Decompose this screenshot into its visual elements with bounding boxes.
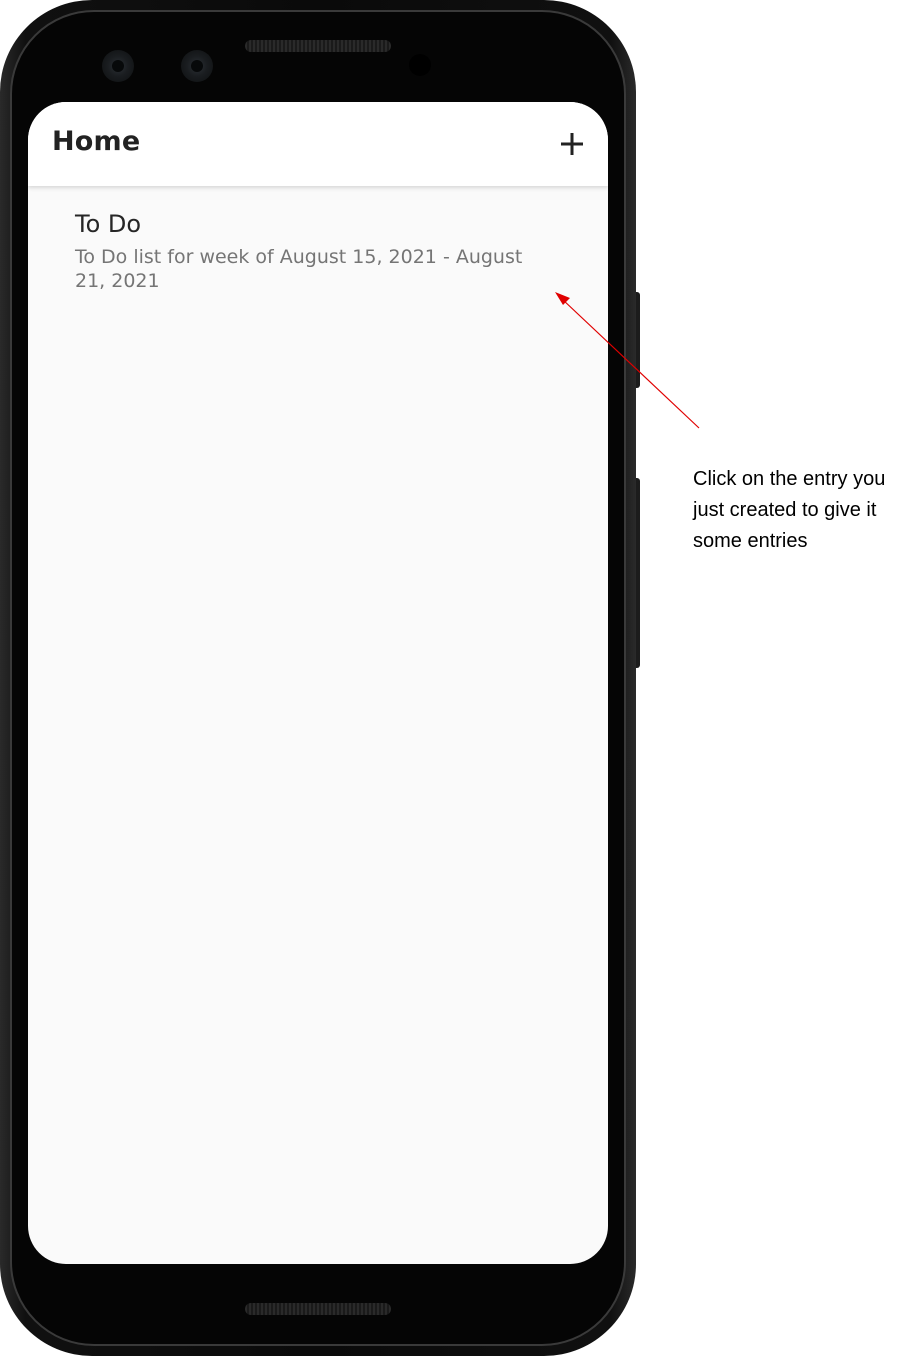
front-camera-icon — [181, 50, 213, 82]
app-screen: Home To Do To Do list for week of August… — [28, 102, 608, 1264]
front-camera-icon — [102, 50, 134, 82]
list-item-subtitle: To Do list for week of August 15, 2021 -… — [75, 246, 523, 292]
proximity-sensor — [409, 54, 431, 76]
phone-frame: Home To Do To Do list for week of August… — [0, 0, 636, 1356]
plus-icon — [561, 133, 583, 155]
earpiece-speaker — [245, 40, 391, 52]
list-item-title: To Do — [75, 210, 142, 238]
bottom-speaker — [245, 1303, 391, 1315]
page-title: Home — [52, 126, 141, 157]
annotation-text: Click on the entry you just created to g… — [693, 468, 886, 552]
list-item[interactable]: To Do To Do list for week of August 15, … — [28, 210, 608, 294]
tutorial-screenshot: Home To Do To Do list for week of August… — [0, 0, 918, 1356]
app-bar: Home — [28, 102, 608, 186]
add-button[interactable] — [554, 126, 590, 162]
